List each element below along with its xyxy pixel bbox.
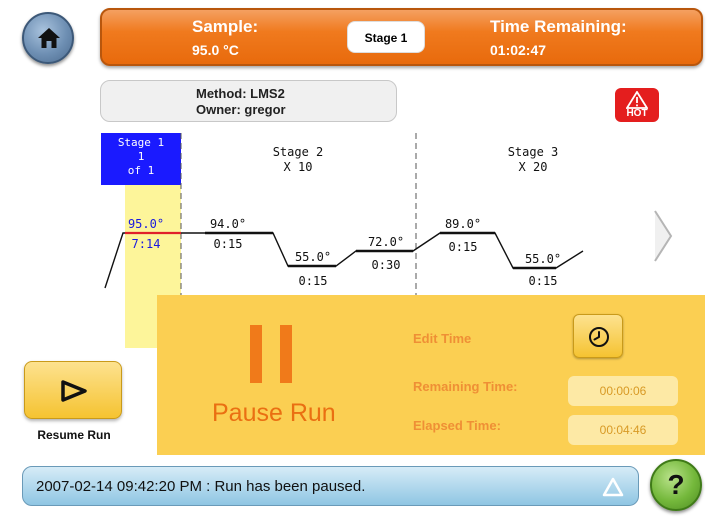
stage-1-title: Stage 1 xyxy=(118,136,164,149)
step-time: 0:15 xyxy=(529,274,558,288)
step-time: 0:15 xyxy=(214,237,243,251)
help-button[interactable]: ? xyxy=(650,459,702,511)
run-status-bar: Sample: 95.0 °C Stage 1 Time Remaining: … xyxy=(100,8,703,66)
warning-triangle-icon xyxy=(626,91,648,109)
edit-time-label: Edit Time xyxy=(413,331,472,346)
elapsed-time-label: Elapsed Time: xyxy=(413,418,501,433)
step-time: 0:30 xyxy=(372,258,401,272)
stage-2-title: Stage 2 xyxy=(273,145,324,159)
resume-run-button[interactable] xyxy=(24,361,122,419)
method-info: Method: LMS2 Owner: gregor xyxy=(100,80,397,122)
elapsed-time-field: 00:04:46 xyxy=(568,415,678,445)
step-time: 0:15 xyxy=(449,240,478,254)
pause-run-panel: Pause Run Edit Time Remaining Time: 00:0… xyxy=(157,295,705,455)
method-owner: Owner: gregor xyxy=(196,102,286,117)
stage-3-cycles: X 20 xyxy=(519,160,548,174)
resume-run-label: Resume Run xyxy=(37,428,111,442)
instrument-screen: Sample: 95.0 °C Stage 1 Time Remaining: … xyxy=(0,0,713,519)
message-bar[interactable]: 2007-02-14 09:42:20 PM : Run has been pa… xyxy=(22,466,639,506)
sample-temperature: 95.0 °C xyxy=(192,42,239,58)
step-temp: 55.0° xyxy=(525,252,561,266)
stage-1-of: of 1 xyxy=(128,164,155,177)
step-temp: 94.0° xyxy=(210,217,246,231)
time-remaining-label: Time Remaining: xyxy=(490,17,627,36)
status-message: 2007-02-14 09:42:20 PM : Run has been pa… xyxy=(36,478,366,495)
step-time: 0:15 xyxy=(299,274,328,288)
sample-label: Sample: xyxy=(192,17,259,36)
step-temp: 89.0° xyxy=(445,217,481,231)
edit-time-button[interactable] xyxy=(573,314,623,358)
triangle-up-icon[interactable] xyxy=(601,476,625,498)
chevron-right-icon[interactable] xyxy=(652,208,674,264)
home-icon xyxy=(38,28,60,48)
stage-1-cycle: 1 xyxy=(138,150,145,163)
hot-label: HOT xyxy=(626,108,648,119)
stage-3-title: Stage 3 xyxy=(508,145,559,159)
play-outline-icon xyxy=(61,380,87,402)
stage-button[interactable]: Stage 1 xyxy=(347,21,425,53)
step-temp: 72.0° xyxy=(368,235,404,249)
time-remaining-value: 01:02:47 xyxy=(490,42,547,58)
method-name: Method: LMS2 xyxy=(196,86,285,101)
remaining-time-label: Remaining Time: xyxy=(413,379,518,394)
remaining-time-field: 00:00:06 xyxy=(568,376,678,406)
clock-icon xyxy=(589,327,609,347)
step-temp: 95.0° xyxy=(128,217,164,231)
step-temp: 55.0° xyxy=(295,250,331,264)
pause-run-title: Pause Run xyxy=(212,399,336,427)
step-time: 7:14 xyxy=(132,237,161,251)
hot-warning-badge: HOT xyxy=(615,88,659,122)
stage-2-cycles: X 10 xyxy=(284,160,313,174)
home-button[interactable] xyxy=(22,12,74,64)
